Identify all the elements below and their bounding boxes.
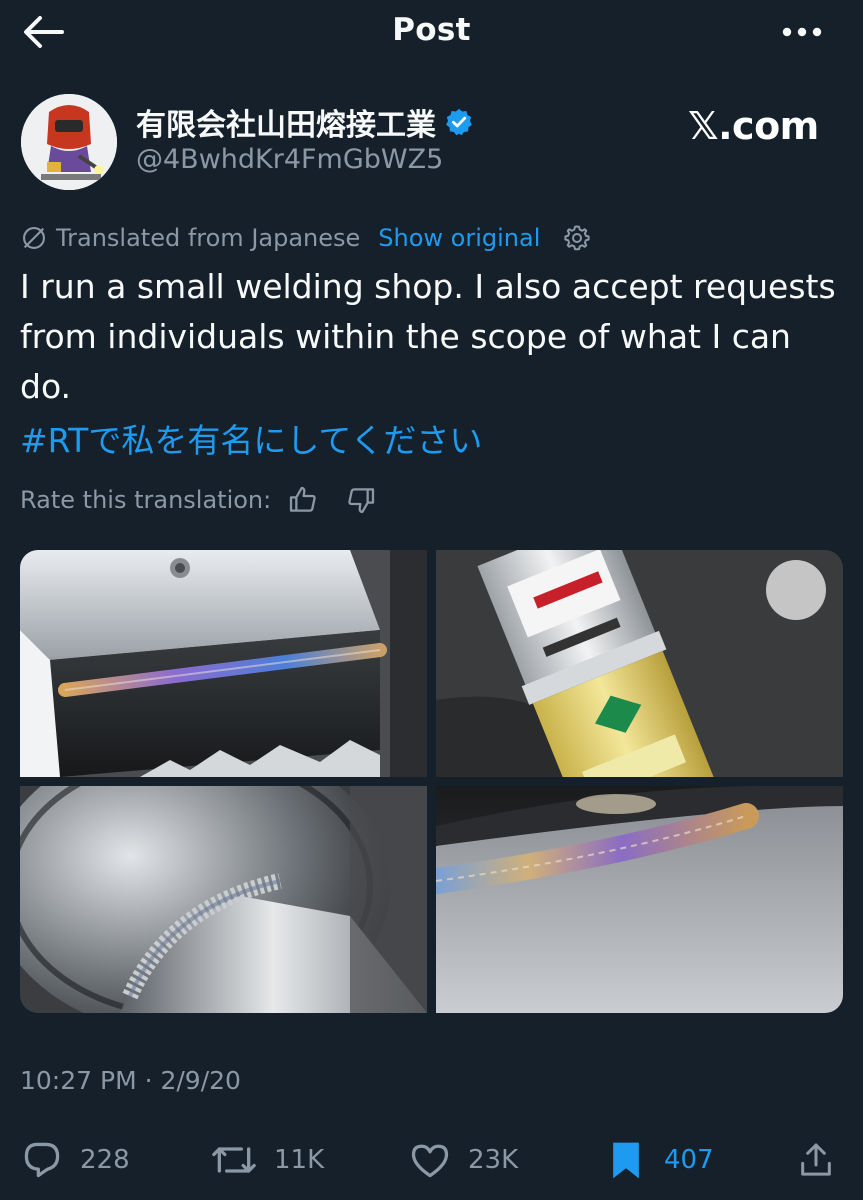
show-original-link[interactable]: Show original	[378, 224, 540, 252]
weld-photo-box	[20, 550, 427, 777]
translate-icon	[23, 227, 45, 249]
hashtag-link[interactable]: #RTで私を有名にしてください	[20, 416, 482, 466]
media-grid	[20, 550, 843, 1013]
translation-bar: Translated from Japanese Show original	[20, 221, 592, 255]
thumbs-up-icon	[290, 486, 316, 512]
bookmark-count: 407	[664, 1145, 714, 1175]
bookmark-button[interactable]: 407	[604, 1138, 714, 1182]
post-text: I run a small welding shop. I also accep…	[20, 267, 836, 406]
author-display-name[interactable]: 有限会社山田熔接工業	[136, 100, 436, 144]
thumbs-down-icon	[348, 488, 375, 514]
reply-icon	[24, 1142, 60, 1178]
action-bar: 228 11K 23K 407	[0, 1130, 863, 1190]
media-image-1[interactable]	[20, 550, 427, 777]
translation-settings-button[interactable]	[562, 223, 592, 253]
reply-button[interactable]: 228	[20, 1138, 130, 1182]
gear-icon	[564, 225, 591, 251]
translated-label: Translated from Japanese	[56, 224, 361, 252]
page-title: Post	[392, 12, 471, 48]
repost-button[interactable]: 11K	[210, 1138, 324, 1182]
share-button[interactable]	[796, 1138, 836, 1182]
like-button[interactable]: 23K	[408, 1138, 518, 1182]
post-timestamp[interactable]: 10:27 PM · 2/9/20	[20, 1066, 241, 1095]
more-horizontal-icon	[782, 27, 822, 37]
author-name-row[interactable]: 有限会社山田熔接工業	[136, 100, 474, 144]
heart-icon	[411, 1144, 449, 1178]
x-com-watermark: 𝕏.com	[688, 104, 819, 148]
more-options-button[interactable]	[770, 6, 834, 58]
verified-badge-icon	[444, 107, 474, 137]
thumbs-down-button[interactable]	[345, 484, 377, 516]
avatar[interactable]	[21, 94, 117, 190]
weld-photo-flange	[20, 786, 427, 1013]
share-icon	[801, 1143, 831, 1176]
media-image-3[interactable]	[20, 786, 427, 1013]
repost-icon	[212, 1147, 256, 1173]
author-handle[interactable]: @4BwhdKr4FmGbWZ5	[136, 144, 443, 175]
top-bar: Post	[0, 0, 863, 64]
rate-translation-label: Rate this translation:	[20, 486, 272, 514]
repost-count: 11K	[274, 1145, 325, 1175]
weld-photo-circular	[436, 786, 843, 1013]
like-count: 23K	[468, 1145, 519, 1175]
welder-avatar-image	[21, 94, 117, 190]
thumbs-up-button[interactable]	[287, 484, 319, 516]
rate-translation-row: Rate this translation:	[20, 480, 377, 520]
media-image-4[interactable]	[436, 786, 843, 1013]
reply-count: 228	[80, 1145, 130, 1175]
media-image-2[interactable]	[436, 550, 843, 777]
bookmark-filled-icon	[613, 1142, 639, 1179]
weld-photo-cans	[436, 550, 843, 777]
